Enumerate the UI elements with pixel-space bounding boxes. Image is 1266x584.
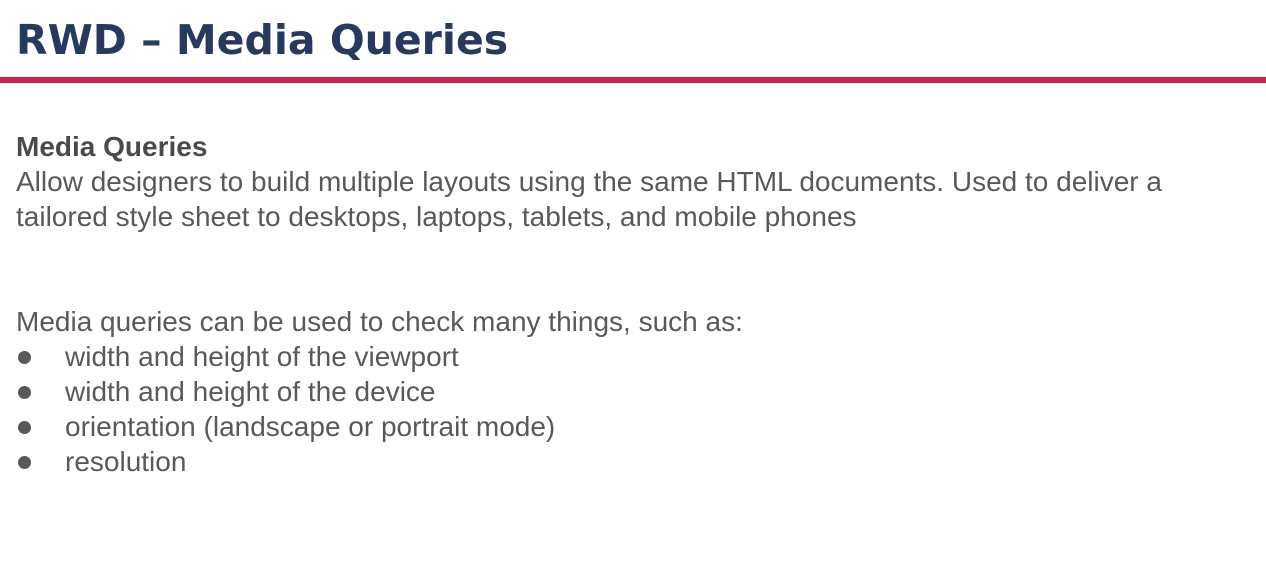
bullet-icon (18, 351, 31, 364)
list-item: orientation (landscape or portrait mode) (16, 409, 1246, 444)
list-item: width and height of the device (16, 374, 1246, 409)
title-divider (0, 77, 1266, 83)
slide-body: Media Queries Allow designers to build m… (16, 129, 1246, 479)
list-item: width and height of the viewport (16, 339, 1246, 374)
list-lead: Media queries can be used to check many … (16, 306, 743, 337)
list-item-text: width and height of the device (65, 376, 436, 407)
slide-title: RWD – Media Queries (16, 16, 509, 64)
bullet-icon (18, 421, 31, 434)
list-item-text: resolution (65, 446, 187, 477)
bullet-list: width and height of the viewport width a… (16, 339, 1246, 479)
list-item: resolution (16, 444, 1246, 479)
bullet-icon (18, 456, 31, 469)
section-heading: Media Queries (16, 131, 208, 162)
bullet-icon (18, 386, 31, 399)
intro-paragraph: Allow designers to build multiple layout… (16, 166, 1162, 232)
list-item-text: width and height of the viewport (65, 341, 459, 372)
list-item-text: orientation (landscape or portrait mode) (65, 411, 556, 442)
slide: RWD – Media Queries Media Queries Allow … (0, 0, 1266, 584)
